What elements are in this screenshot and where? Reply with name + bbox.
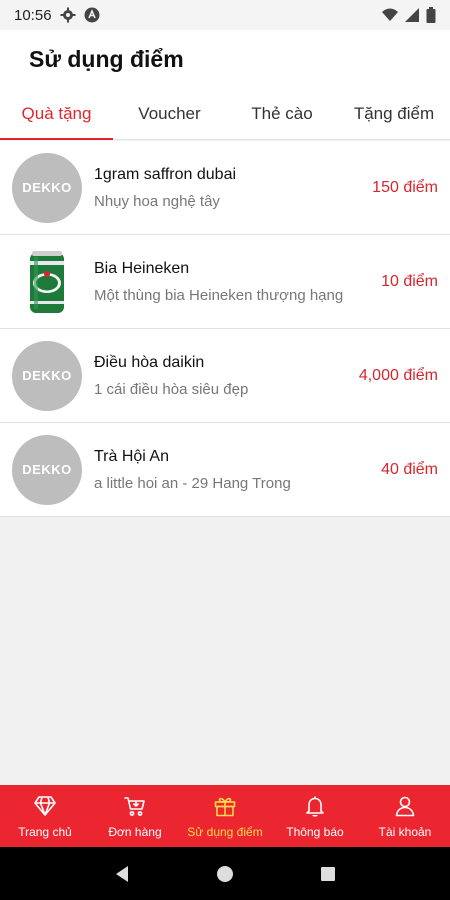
status-bar: 10:56 [0,0,450,30]
nav-su-dung-diem[interactable]: Sử dụng điểm [180,785,270,847]
list-item[interactable]: Bia Heineken Một thùng bia Heineken thượ… [0,235,450,329]
diamond-icon [32,793,58,819]
signal-icon [404,7,420,23]
item-points: 4,000 điểm [358,366,438,384]
settings-icon [60,7,76,23]
item-name: Điều hòa daikin [94,353,205,371]
item-name: Bia Heineken [94,259,190,277]
nav-tai-khoan[interactable]: Tài khoản [360,785,450,847]
list-item[interactable]: DEKKO Điều hòa daikin 1 cái điều hòa siê… [0,329,450,423]
nav-don-hang[interactable]: Đơn hàng [90,785,180,847]
item-points: 40 điểm [381,460,438,478]
cart-icon [122,793,148,819]
app-header: Sử dụng điểm [0,30,450,88]
system-nav-bar [0,847,450,900]
bell-icon [302,793,328,819]
item-thumbnail: DEKKO [12,152,82,223]
item-description: Một thùng bia Heineken thượng hạng [94,286,344,304]
tab-tang-diem[interactable]: Tặng điểm [338,88,450,139]
item-points: 10 điểm [381,272,438,290]
tab-the-cao[interactable]: Thẻ cào [226,88,338,139]
nav-label: Trang chủ [18,825,72,839]
recents-icon[interactable] [317,863,339,885]
item-name: Trà Hội An [94,447,169,465]
app-badge-icon [84,7,100,23]
home-icon[interactable] [214,863,236,885]
user-icon [392,793,418,819]
item-thumbnail: DEKKO [12,340,82,411]
battery-icon [426,7,436,23]
status-time: 10:56 [14,6,52,24]
item-description: 1 cái điều hòa siêu đẹp [94,380,249,398]
heineken-can-image [12,247,82,317]
item-name: 1gram saffron dubai [94,165,237,183]
gift-icon [212,793,238,819]
nav-thong-bao[interactable]: Thông báo [270,785,360,847]
list-item[interactable]: DEKKO 1gram saffron dubai Nhụy hoa nghệ … [0,141,450,235]
tab-bar: Quà tặng Voucher Thẻ cào Tặng điểm [0,88,450,140]
back-icon[interactable] [111,863,133,885]
item-points: 150 điểm [372,178,438,196]
bottom-nav: Trang chủ Đơn hàng Sử dụng điểm Thông bá… [0,785,450,847]
list-item[interactable]: DEKKO Trà Hội An a little hoi an - 29 Ha… [0,423,450,517]
tab-voucher[interactable]: Voucher [113,88,226,139]
item-description: Nhụy hoa nghệ tây [94,192,220,210]
gift-list: DEKKO 1gram saffron dubai Nhụy hoa nghệ … [0,141,450,517]
item-thumbnail: DEKKO [12,434,82,505]
tab-qua-tang[interactable]: Quà tặng [0,88,113,140]
nav-label: Tài khoản [378,825,432,839]
nav-label: Sử dụng điểm [187,825,263,839]
nav-label: Thông báo [286,825,344,839]
page-title: Sử dụng điểm [29,45,184,72]
nav-trang-chu[interactable]: Trang chủ [0,785,90,847]
nav-label: Đơn hàng [108,825,162,839]
item-description: a little hoi an - 29 Hang Trong [94,474,291,492]
wifi-icon [382,7,398,23]
